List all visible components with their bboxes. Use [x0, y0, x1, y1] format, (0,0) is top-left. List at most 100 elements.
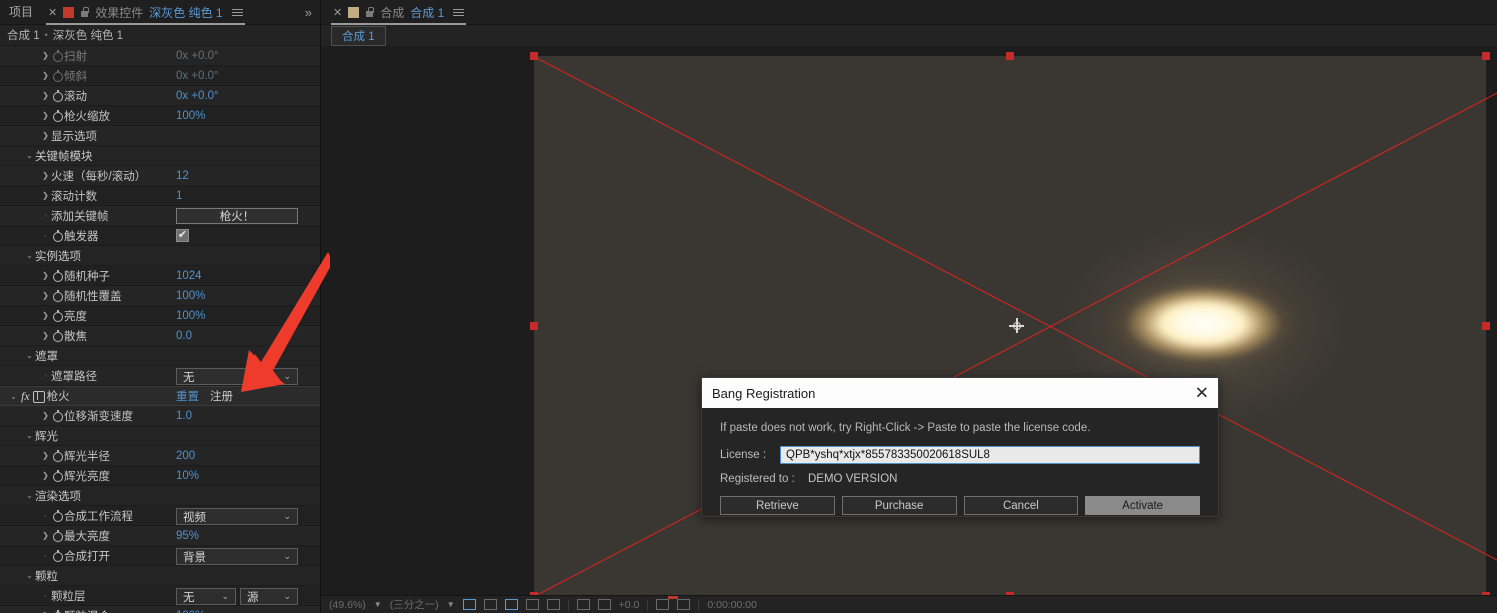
- property-dropdown-secondary[interactable]: 源 ⌄: [240, 588, 298, 605]
- property-row[interactable]: · 触发器 ✔: [0, 226, 320, 246]
- property-value[interactable]: 1: [176, 190, 182, 202]
- license-input[interactable]: [780, 446, 1200, 464]
- property-value[interactable]: 100%: [176, 110, 205, 122]
- breadcrumb-comp[interactable]: 合成 1: [7, 27, 40, 43]
- retrieve-button[interactable]: Retrieve: [720, 496, 835, 515]
- twirl-right-icon[interactable]: ❯: [40, 451, 51, 460]
- twirl-right-icon[interactable]: ❯: [40, 271, 51, 280]
- property-row[interactable]: ❯ 火速（每秒/滚动） 12: [0, 166, 320, 186]
- twirl-right-icon[interactable]: ❯: [40, 311, 51, 320]
- property-row[interactable]: · 颗粒层无 ⌄ 源 ⌄: [0, 586, 320, 606]
- chevron-down-icon[interactable]: ▼: [447, 600, 455, 609]
- resolution-label[interactable]: (三分之一): [390, 597, 439, 612]
- property-value[interactable]: 100%: [176, 310, 205, 322]
- property-row[interactable]: ⌄ 遮罩: [0, 346, 320, 366]
- property-row[interactable]: ⌄ 颗粒: [0, 566, 320, 586]
- property-dropdown[interactable]: 背景 ⌄: [176, 548, 298, 565]
- property-value[interactable]: 200: [176, 450, 195, 462]
- property-value[interactable]: 0x +0.0°: [176, 50, 219, 62]
- title-action-safe-icon[interactable]: [546, 599, 560, 610]
- twirl-right-icon[interactable]: ❯: [40, 531, 51, 540]
- twirl-right-icon[interactable]: ❯: [40, 411, 51, 420]
- twirl-right-icon[interactable]: ❯: [40, 171, 51, 180]
- color-channel-icon[interactable]: [576, 599, 590, 610]
- property-row[interactable]: ❯ 随机性覆盖 100%: [0, 286, 320, 306]
- property-row[interactable]: ❯ 亮度 100%: [0, 306, 320, 326]
- property-value[interactable]: 100%: [176, 290, 205, 302]
- stopwatch-icon[interactable]: [51, 309, 64, 322]
- property-row[interactable]: · 添加关键帧 枪火！: [0, 206, 320, 226]
- property-row[interactable]: · 遮罩路径无 ⌄: [0, 366, 320, 386]
- stopwatch-icon[interactable]: [51, 229, 64, 242]
- property-row[interactable]: ❯ 倾斜 0x +0.0°: [0, 66, 320, 86]
- cancel-button[interactable]: Cancel: [963, 496, 1079, 515]
- property-row[interactable]: ❯ 最大亮度 95%: [0, 526, 320, 546]
- property-value[interactable]: 1024: [176, 270, 202, 282]
- chevron-down-icon[interactable]: ▼: [374, 600, 382, 609]
- twirl-down-icon[interactable]: ⌄: [8, 392, 19, 401]
- lock-icon[interactable]: [365, 6, 374, 18]
- property-row[interactable]: ⌄ 辉光: [0, 426, 320, 446]
- stopwatch-icon[interactable]: [51, 469, 64, 482]
- snapshot-icon[interactable]: [656, 599, 670, 610]
- exposure-value[interactable]: +0.0: [619, 599, 640, 611]
- close-icon[interactable]: ✕: [48, 6, 57, 19]
- anchor-point-icon[interactable]: [1009, 318, 1024, 333]
- property-row[interactable]: ❯ 滚动 0x +0.0°: [0, 86, 320, 106]
- property-row[interactable]: ⌄ 渲染选项: [0, 486, 320, 506]
- twirl-right-icon[interactable]: ❯: [40, 471, 51, 480]
- property-row[interactable]: ⌄ 实例选项: [0, 246, 320, 266]
- show-snapshot-icon[interactable]: [677, 599, 691, 610]
- register-link[interactable]: 注册: [210, 388, 233, 404]
- selection-handle-ml[interactable]: [530, 322, 538, 330]
- stopwatch-icon[interactable]: [51, 409, 64, 422]
- twirl-down-icon[interactable]: ⌄: [24, 491, 35, 500]
- activate-button[interactable]: Activate: [1085, 496, 1200, 515]
- tab-project[interactable]: 项目: [0, 0, 42, 25]
- stopwatch-icon[interactable]: [51, 69, 64, 82]
- property-row[interactable]: ❯ 显示选项: [0, 126, 320, 146]
- close-icon[interactable]: ✕: [1195, 385, 1209, 402]
- stopwatch-icon[interactable]: [51, 109, 64, 122]
- twirl-down-icon[interactable]: ⌄: [24, 151, 35, 160]
- twirl-down-icon[interactable]: ⌄: [24, 431, 35, 440]
- property-row[interactable]: · 合成打开 背景 ⌄: [0, 546, 320, 566]
- twirl-right-icon[interactable]: ❯: [40, 91, 51, 100]
- property-value[interactable]: 95%: [176, 530, 199, 542]
- twirl-right-icon[interactable]: ❯: [40, 51, 51, 60]
- stopwatch-icon[interactable]: [51, 269, 64, 282]
- stopwatch-icon[interactable]: [51, 509, 64, 522]
- stopwatch-icon[interactable]: [51, 329, 64, 342]
- breadcrumb-layer[interactable]: 深灰色 纯色 1: [53, 27, 123, 43]
- stopwatch-icon[interactable]: [51, 529, 64, 542]
- twirl-right-icon[interactable]: ❯: [40, 111, 51, 120]
- fx-icon[interactable]: fx: [19, 389, 32, 404]
- stopwatch-icon[interactable]: [51, 89, 64, 102]
- dialog-title-bar[interactable]: Bang Registration ✕: [702, 378, 1218, 408]
- twirl-right-icon[interactable]: ❯: [40, 331, 51, 340]
- property-value[interactable]: 0x +0.0°: [176, 70, 219, 82]
- purchase-button[interactable]: Purchase: [841, 496, 957, 515]
- property-dropdown[interactable]: 无 ⌄: [176, 368, 298, 385]
- twirl-right-icon[interactable]: ❯: [40, 191, 51, 200]
- property-row[interactable]: ⌄ fx 枪火 重置 注册: [0, 386, 320, 406]
- tab-composition[interactable]: ✕ 合成 合成 1: [327, 0, 470, 25]
- twirl-down-icon[interactable]: ⌄: [24, 251, 35, 260]
- property-row[interactable]: ⌄ 关键帧模块: [0, 146, 320, 166]
- graph-icon[interactable]: [504, 599, 518, 610]
- property-row[interactable]: ❯ 辉光亮度 10%: [0, 466, 320, 486]
- timecode[interactable]: 0:00:00:00: [707, 599, 757, 611]
- tab-effect-controls[interactable]: ✕ 效果控件 深灰色 纯色 1: [42, 0, 249, 25]
- property-value[interactable]: 10%: [176, 470, 199, 482]
- stopwatch-icon[interactable]: [51, 449, 64, 462]
- property-dropdown[interactable]: 无 ⌄: [176, 588, 236, 605]
- stopwatch-icon[interactable]: [51, 289, 64, 302]
- stopwatch-icon[interactable]: [51, 609, 64, 613]
- property-row[interactable]: ❯ 枪火缩放 100%: [0, 106, 320, 126]
- close-icon[interactable]: ✕: [333, 6, 342, 19]
- mask-view-icon[interactable]: [525, 599, 539, 610]
- twirl-down-icon[interactable]: ⌄: [24, 351, 35, 360]
- exposure-icon[interactable]: [597, 599, 611, 610]
- hamburger-icon[interactable]: [231, 8, 243, 16]
- trigger-checkbox[interactable]: ✔: [176, 229, 189, 242]
